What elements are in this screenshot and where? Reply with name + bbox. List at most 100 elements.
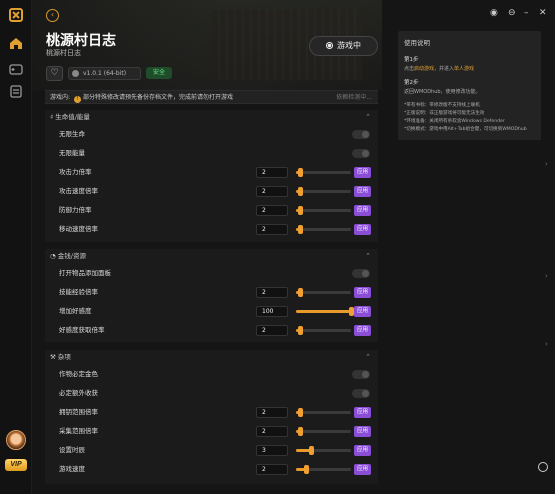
value-slider[interactable] [296, 446, 351, 455]
value-input[interactable]: 2 [256, 167, 288, 178]
close-icon[interactable]: ✕ [539, 8, 547, 18]
apply-button[interactable]: 应用 [354, 325, 371, 336]
toggle-switch[interactable] [352, 389, 370, 398]
option-label: 拥钥范围倍率 [59, 408, 98, 416]
apply-button[interactable]: 应用 [354, 287, 371, 298]
value-input[interactable]: 2 [256, 287, 288, 298]
toggle-switch[interactable] [352, 130, 370, 139]
slider-handle[interactable] [298, 326, 304, 335]
apply-button[interactable]: 应用 [354, 186, 371, 197]
toggle-switch[interactable] [352, 149, 370, 158]
apply-button[interactable]: 应用 [354, 224, 371, 235]
gamepad-icon[interactable] [9, 63, 23, 76]
slider-handle[interactable] [298, 187, 304, 196]
slider-fill [296, 310, 351, 313]
value-slider[interactable] [296, 206, 351, 215]
chevron-right-icon[interactable]: › [545, 160, 548, 168]
option-row: 好感度获取倍率 2 应用 [45, 322, 378, 339]
value-slider[interactable] [296, 225, 351, 234]
version-selector[interactable]: v1.0.1 (64-bit) [68, 67, 141, 80]
library-icon[interactable] [9, 85, 23, 98]
section-header[interactable]: ♯ 生命值/能量 ⌃ [45, 110, 378, 124]
chevron-right-icon[interactable]: › [545, 340, 548, 348]
option-row: 无限能量 [45, 145, 378, 162]
value-slider[interactable] [296, 288, 351, 297]
option-row: 设置时辰 3 应用 [45, 442, 378, 459]
value-input[interactable]: 2 [256, 224, 288, 235]
play-button[interactable]: 游戏中 [309, 36, 378, 56]
chevron-right-icon[interactable]: › [545, 272, 548, 280]
toggle-switch[interactable] [352, 269, 370, 278]
vip-badge[interactable]: VIP [5, 459, 27, 471]
slider-handle[interactable] [303, 465, 309, 474]
value-input[interactable]: 3 [256, 445, 288, 456]
value-slider[interactable] [296, 465, 351, 474]
help-panel: 使用说明 第1步 点击启动游戏，并进入单人游戏 第2步 返回WMODhub，使用… [398, 31, 541, 140]
notice-text: 部分特殊修改请预先备份存档文件，完成前请勿打开游戏 [83, 94, 234, 101]
slider-handle[interactable] [309, 446, 315, 455]
toggle-switch[interactable] [352, 370, 370, 379]
option-row: 打开物品添加面板 [45, 265, 378, 282]
option-label: 设置时辰 [59, 446, 85, 454]
apply-button[interactable]: 应用 [354, 445, 371, 456]
slider-handle[interactable] [298, 206, 304, 215]
play-circle-icon [326, 42, 333, 49]
option-label: 打开物品添加面板 [59, 269, 111, 277]
avatar[interactable] [6, 430, 26, 450]
apply-button[interactable]: 应用 [354, 464, 371, 475]
theme-icon[interactable]: ◉ [490, 8, 498, 18]
apply-button[interactable]: 应用 [354, 306, 371, 317]
option-label: 游戏速度 [59, 465, 85, 473]
value-input[interactable]: 2 [256, 186, 288, 197]
value-slider[interactable] [296, 427, 351, 436]
heart-icon[interactable]: ♡ [46, 66, 63, 81]
slider-handle[interactable] [298, 225, 304, 234]
section-resources: ◔ 金钱/资源 ⌃ 打开物品添加面板 技能经验倍率 2 应用 增加好感度 100 应用 好感度获… [45, 249, 378, 342]
value-slider[interactable] [296, 168, 351, 177]
apply-button[interactable]: 应用 [354, 205, 371, 216]
option-label: 攻击力倍率 [59, 168, 92, 176]
option-label: 移动速度倍率 [59, 225, 98, 233]
minimize-icon[interactable]: ⊖ [508, 8, 516, 18]
slider-handle[interactable] [298, 408, 304, 417]
slider-handle[interactable] [298, 168, 304, 177]
section-misc: ⚒ 杂项 ⌃ 作物必定金色 必定额外收获 拥钥范围倍率 2 应用 采集范围倍率 2 应用 设置时辰… [45, 350, 378, 484]
help-tips: *带有书标：带修改版不支持线上联机 *正版说明：非正版游戏将可能无法生效 *环境… [404, 103, 527, 132]
chevron-up-icon[interactable]: ⌃ [365, 110, 371, 124]
value-input[interactable]: 2 [256, 325, 288, 336]
value-input[interactable]: 2 [256, 205, 288, 216]
value-slider[interactable] [296, 307, 354, 316]
apply-button[interactable]: 应用 [354, 167, 371, 178]
chevron-up-icon[interactable]: ⌃ [365, 350, 371, 364]
option-row: 增加好感度 100 应用 [45, 303, 378, 320]
value-input[interactable]: 100 [256, 306, 288, 317]
notice-label: 游戏内: [50, 94, 71, 101]
launch-game-link[interactable]: 启动游戏 [414, 66, 434, 72]
headset-icon[interactable] [538, 462, 548, 472]
value-input[interactable]: 2 [256, 426, 288, 437]
secure-badge: 安全 [146, 67, 172, 79]
slider-handle[interactable] [298, 288, 304, 297]
apply-button[interactable]: 应用 [354, 407, 371, 418]
value-input[interactable]: 2 [256, 464, 288, 475]
apply-button[interactable]: 应用 [354, 426, 371, 437]
value-slider[interactable] [296, 326, 351, 335]
option-row: 技能经验倍率 2 应用 [45, 284, 378, 301]
slider-handle[interactable] [298, 427, 304, 436]
value-slider[interactable] [296, 408, 351, 417]
option-label: 技能经验倍率 [59, 288, 98, 296]
chevron-up-icon[interactable]: ⌃ [365, 249, 371, 263]
section-header[interactable]: ⚒ 杂项 ⌃ [45, 350, 378, 364]
option-row: 攻击速度倍率 2 应用 [45, 183, 378, 200]
section-header[interactable]: ◔ 金钱/资源 ⌃ [45, 249, 378, 263]
option-label: 必定额外收获 [59, 389, 98, 397]
notice-bar: 游戏内:! 部分特殊修改请预先备份存档文件，完成前请勿打开游戏 依赖检测中... [45, 90, 378, 104]
home-icon[interactable] [9, 37, 23, 50]
value-input[interactable]: 2 [256, 407, 288, 418]
single-player-link[interactable]: 单人游戏 [454, 66, 474, 72]
restore-icon[interactable]: – [524, 8, 529, 18]
app-logo-icon[interactable] [8, 7, 24, 23]
dependency-status: 依赖检测中... [336, 94, 372, 101]
value-slider[interactable] [296, 187, 351, 196]
back-arrow-icon[interactable]: ‹ [46, 9, 59, 22]
